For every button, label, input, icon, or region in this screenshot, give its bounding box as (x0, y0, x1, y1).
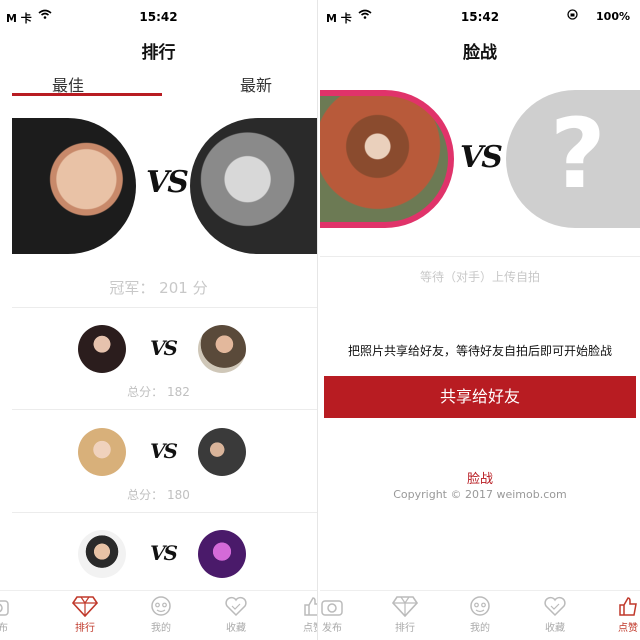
tabbar-label: 排行 (75, 623, 95, 634)
face-battle-link[interactable]: 脸战 (320, 468, 640, 487)
tabbar-label: 排行 (395, 623, 415, 634)
bottom-tab-bar: 发布 排行 我的 收藏 点赞 (320, 590, 640, 640)
page-title: 脸战 (463, 43, 497, 63)
avatar (78, 530, 126, 578)
orientation-lock-icon (567, 9, 578, 23)
tabbar-item-likes[interactable]: 点赞 (293, 595, 317, 634)
thumb-icon (619, 597, 637, 616)
copyright-text: Copyright © 2017 weimob.com (393, 488, 567, 501)
opponent-placeholder[interactable]: ? (506, 90, 640, 228)
face-battle-screen: M 卡 15:42 100% 脸战 VS ? 等待（对手）上传自拍 把照片共享给… (320, 0, 640, 640)
diamond-icon (392, 596, 418, 617)
active-tab-indicator (12, 93, 162, 96)
tabbar-item-ranking[interactable]: 排行 (65, 595, 105, 634)
tabbar-item-publish[interactable]: 发布 (0, 595, 18, 634)
tabbar-label: 收藏 (226, 623, 246, 634)
tabbar-item-publish[interactable]: 发布 (320, 595, 352, 634)
status-bar: M 卡 15:42 (0, 8, 317, 26)
camera-icon (0, 600, 9, 616)
vs-label: VS (460, 140, 503, 175)
tabbar-label: 点赞 (303, 623, 317, 634)
my-photo[interactable] (320, 90, 454, 228)
share-with-friends-button[interactable]: 共享给好友 (324, 376, 636, 418)
divider (12, 512, 317, 513)
vs-label: VS (146, 165, 189, 200)
share-instructions: 把照片共享给好友，等待好友自拍后即可开始脸战 (347, 344, 612, 358)
champion-photo-left[interactable] (12, 118, 136, 254)
tabbar-label: 我的 (470, 623, 490, 634)
tabbar-item-favorites[interactable]: 收藏 (216, 595, 256, 634)
tabbar-label: 发布 (0, 619, 18, 634)
camera-icon (321, 600, 343, 616)
tabbar-item-mine[interactable]: 我的 (460, 595, 500, 634)
tabbar-label: 点赞 (618, 623, 638, 634)
thumb-icon (304, 597, 317, 616)
tabbar-label: 发布 (322, 623, 342, 634)
avatar (198, 428, 246, 476)
avatar (198, 530, 246, 578)
total-score: 总分： 180 (127, 488, 190, 502)
avatar (78, 428, 126, 476)
face-icon (470, 596, 490, 616)
page-title: 排行 (141, 43, 176, 63)
heart-icon (225, 596, 247, 617)
tabbar-label: 我的 (151, 623, 171, 634)
face-icon (151, 596, 171, 616)
total-score: 总分： 182 (127, 385, 190, 399)
bottom-tab-bar: 发布 排行 我的 收藏 点赞 (0, 590, 317, 640)
champion-score: 冠军： 201 分 (109, 279, 208, 297)
heart-icon (544, 596, 566, 617)
champion-photo-right[interactable] (190, 118, 317, 254)
ranking-screen: M 卡 15:42 排行 最佳 最新 VS 冠军： 201 分 VS 总分： 1… (0, 0, 318, 640)
clock: 15:42 (460, 10, 500, 24)
divider (12, 307, 317, 308)
vs-label: VS (150, 336, 178, 360)
question-mark-icon: ? (550, 98, 606, 210)
tab-newest[interactable]: 最新 (240, 72, 272, 96)
tabbar-label: 收藏 (545, 623, 565, 634)
tabbar-item-favorites[interactable]: 收藏 (535, 595, 575, 634)
avatar (78, 325, 126, 373)
divider (12, 409, 317, 410)
avatar (198, 325, 246, 373)
waiting-opponent-text: 等待（对手）上传自拍 (419, 270, 540, 284)
tabbar-item-ranking[interactable]: 排行 (385, 595, 425, 634)
tabbar-item-likes[interactable]: 点赞 (608, 595, 640, 634)
status-bar: M 卡 15:42 100% (320, 8, 640, 26)
divider (320, 256, 640, 257)
vs-label: VS (150, 541, 178, 565)
vs-label: VS (150, 439, 178, 463)
clock: 15:42 (139, 10, 178, 24)
diamond-icon (72, 596, 98, 617)
battery-percent: 100% (596, 10, 630, 23)
tabbar-item-mine[interactable]: 我的 (141, 595, 181, 634)
